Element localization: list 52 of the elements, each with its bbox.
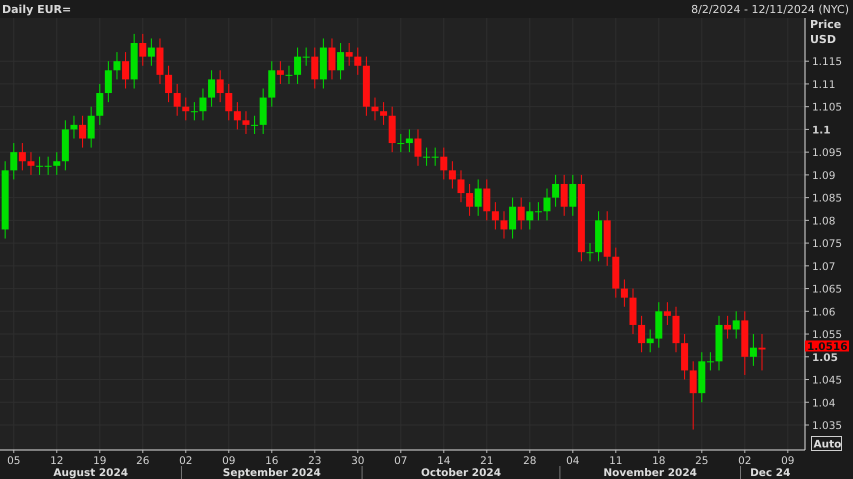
axis-tick-label: 09 bbox=[781, 455, 794, 467]
month-label: August 2024 bbox=[53, 467, 128, 479]
axis-tick-label: 09 bbox=[222, 455, 236, 467]
chart-title: Daily EUR= bbox=[2, 2, 72, 16]
axis-tick-label: 23 bbox=[308, 455, 322, 467]
candlestick bbox=[672, 306, 680, 353]
axis-tick-label: 1.11 bbox=[812, 78, 836, 91]
axis-tick-label: 1.05 bbox=[812, 352, 838, 364]
axis-tick-label: 07 bbox=[394, 455, 408, 467]
axis-title: Price bbox=[810, 18, 842, 31]
axis-tick-label: 19 bbox=[93, 455, 106, 467]
axis-tick-label: 1.075 bbox=[812, 238, 842, 250]
candlestick bbox=[630, 288, 636, 335]
auto-scale-button[interactable]: Auto bbox=[811, 436, 842, 451]
axis-tick-label: 04 bbox=[566, 455, 580, 467]
axis-tick-label: 26 bbox=[136, 455, 150, 467]
axis-tick-label: 1.1 bbox=[812, 124, 831, 136]
axis-tick-label: 1.035 bbox=[812, 420, 842, 432]
axis-tick-label: 11 bbox=[609, 455, 622, 467]
axis-tick-label: 1.08 bbox=[812, 215, 836, 228]
axis-tick-label: 02 bbox=[179, 455, 192, 467]
axis-tick-label: 1.115 bbox=[812, 56, 842, 68]
axis-tick-label: 25 bbox=[695, 455, 708, 467]
axis-tick-label: 1.095 bbox=[812, 147, 842, 160]
axis-tick-label: 30 bbox=[351, 455, 364, 467]
axis-tick-label: 1.07 bbox=[812, 260, 836, 273]
date-range: 8/2/2024 - 12/11/2024 (NYC) bbox=[691, 2, 849, 16]
candlestick bbox=[716, 315, 722, 371]
candlestick bbox=[758, 334, 766, 371]
axis-tick-label: 1.09 bbox=[812, 170, 836, 182]
axis-tick-label: 18 bbox=[652, 455, 666, 467]
axis-tick-label: 1.045 bbox=[812, 374, 842, 387]
candlestick bbox=[586, 242, 594, 262]
month-label: November 2024 bbox=[603, 467, 697, 479]
month-label: October 2024 bbox=[420, 467, 502, 479]
month-label: Dec 24 bbox=[750, 467, 790, 479]
axis-tick-label: 1.105 bbox=[812, 102, 842, 114]
axis-tick-label: 12 bbox=[50, 455, 64, 467]
axis-tick-label: 05 bbox=[7, 455, 20, 467]
axis-tick-label: 28 bbox=[523, 455, 536, 467]
axis-tick-label: 14 bbox=[437, 455, 450, 467]
axis-tick-label: 1.04 bbox=[812, 397, 836, 410]
axis-tick-label: 1.06 bbox=[812, 306, 836, 318]
axis-tick-label: 1.065 bbox=[812, 284, 842, 296]
axis-tick-label: 21 bbox=[480, 455, 494, 467]
axis-tick-label: 1.055 bbox=[812, 329, 842, 342]
month-label: September 2024 bbox=[222, 467, 321, 479]
axis-tick-label: 16 bbox=[265, 455, 278, 467]
last-price-label: 1.0516 bbox=[805, 340, 849, 353]
axis-tick-label: 1.085 bbox=[812, 192, 842, 205]
axis-title: USD bbox=[810, 33, 836, 46]
axis-tick-label: 02 bbox=[738, 455, 752, 467]
